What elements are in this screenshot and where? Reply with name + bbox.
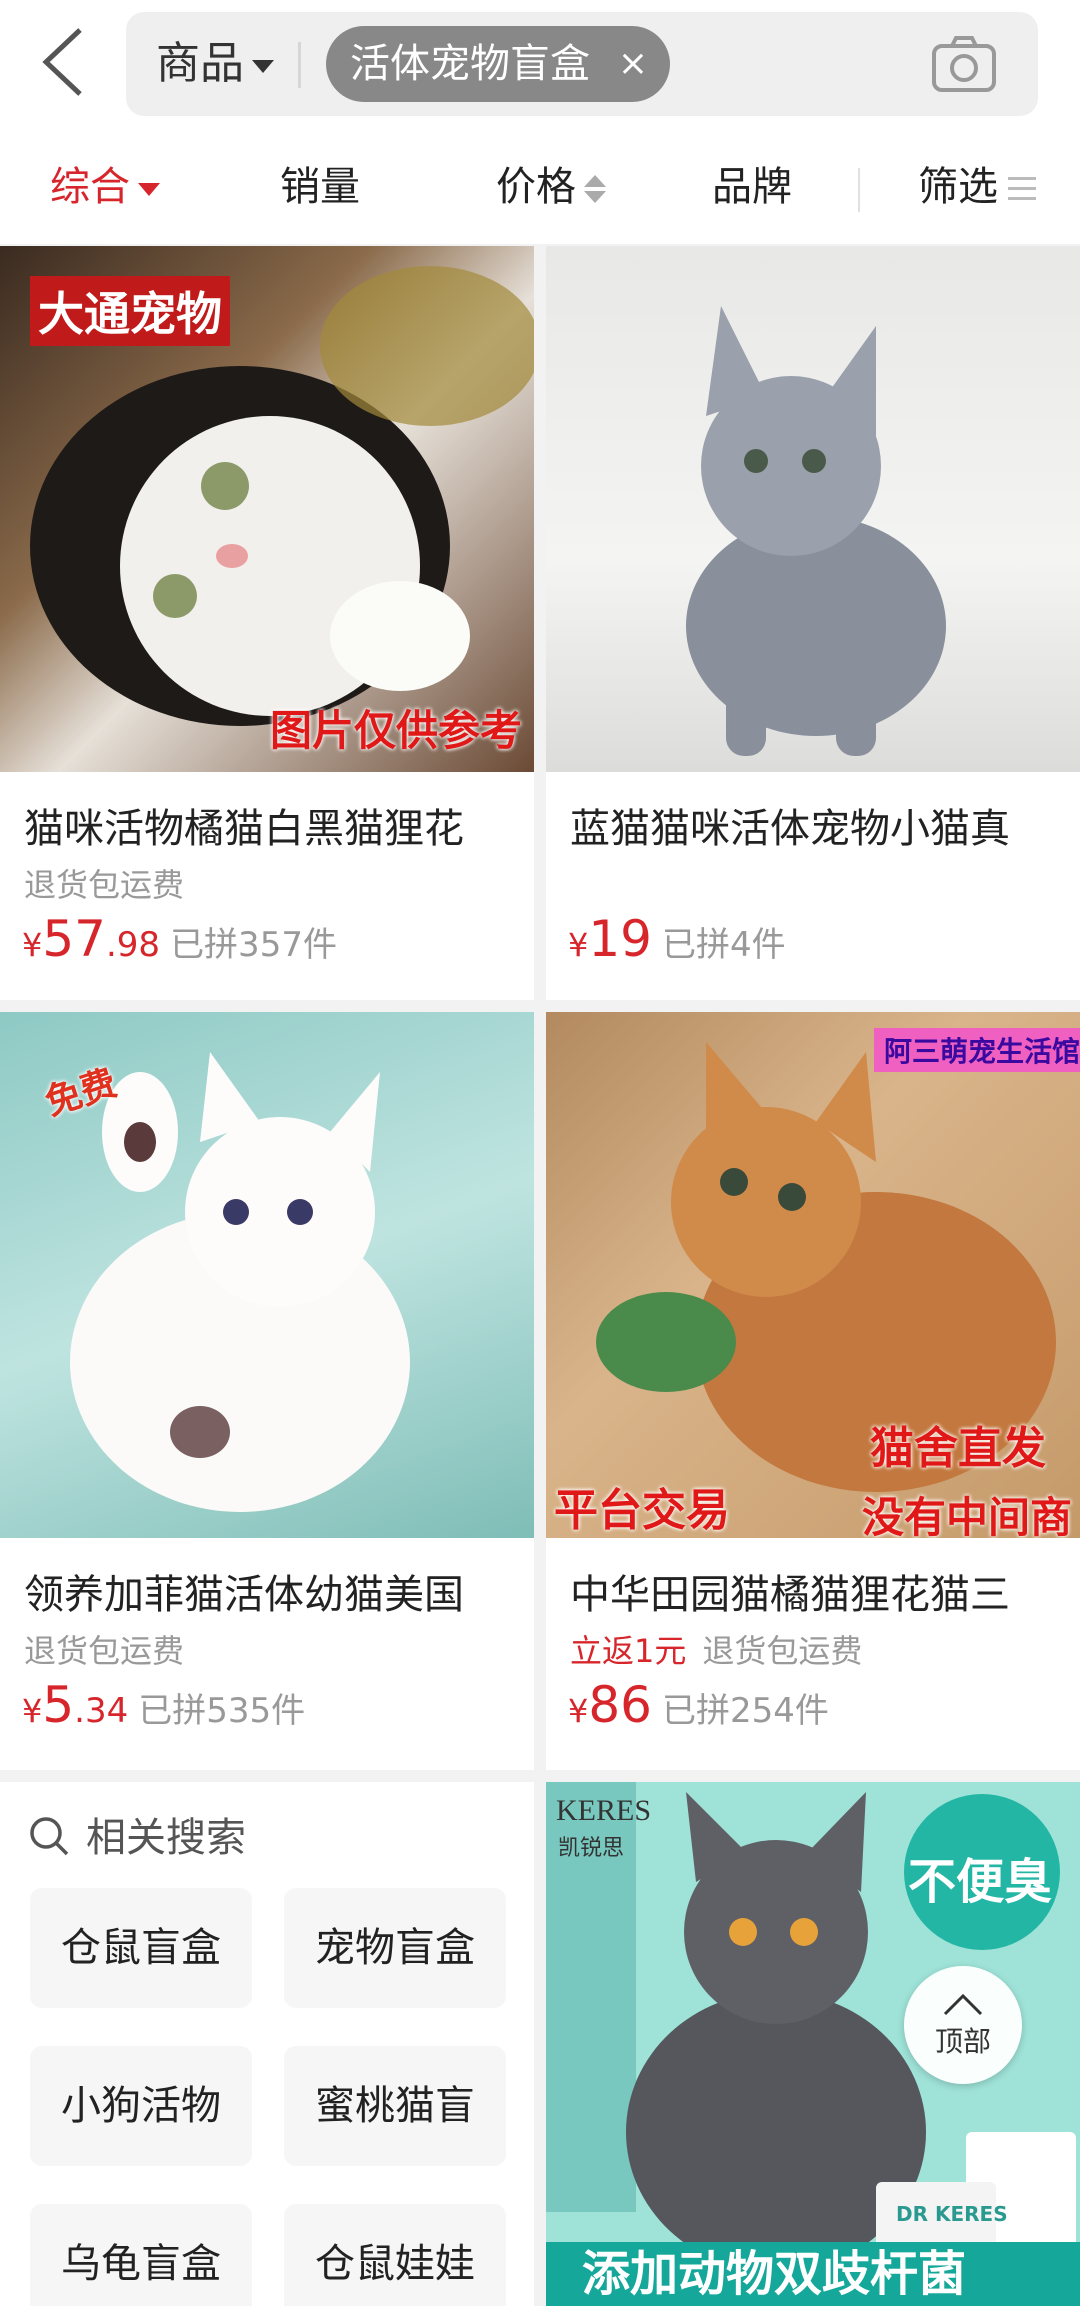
return-shipping-tag: 退货包运费	[24, 866, 185, 904]
sort-price-label: 价格	[496, 164, 576, 210]
currency-symbol: ¥	[22, 1692, 43, 1730]
sold-count: 已拼4件	[661, 925, 786, 965]
product-card[interactable]: 免费 领养加菲猫活体幼猫美国 退货包运费 ¥5.34 已拼535件	[0, 1012, 534, 1770]
search-bar[interactable]: 商品 活体宠物盲盒 ×	[126, 12, 1038, 116]
sort-brand[interactable]: 品牌	[712, 162, 792, 212]
sort-sales[interactable]: 销量	[280, 162, 360, 212]
back-arrow-icon[interactable]	[38, 24, 88, 100]
promo-watermark: 平台交易	[554, 1485, 730, 1536]
close-icon[interactable]: ×	[618, 26, 648, 102]
related-searches-title: 相关搜索	[86, 1815, 246, 1861]
product-tags: 退货包运费	[24, 1626, 184, 1672]
back-to-top-label: 顶部	[934, 2025, 991, 2058]
ad-package-text: DR KERES	[896, 2202, 1008, 2226]
query-chip[interactable]: 活体宠物盲盒 ×	[326, 26, 670, 102]
sort-comprehensive-label: 综合	[50, 164, 130, 210]
price-decimal: .98	[105, 925, 161, 965]
camera-icon[interactable]	[928, 28, 1000, 100]
filter-button[interactable]: 筛选	[918, 162, 1036, 212]
product-tags: 退货包运费	[24, 860, 184, 906]
sold-count: 已拼254件	[661, 1691, 829, 1731]
cashback-tag: 立返1元	[570, 1632, 687, 1670]
chevron-up-icon	[943, 1993, 983, 2016]
related-tag[interactable]: 仓鼠娃娃	[284, 2204, 506, 2306]
divider	[298, 42, 301, 88]
price-decimal: .34	[74, 1691, 129, 1731]
currency-symbol: ¥	[568, 1692, 589, 1730]
product-price: ¥57.98 已拼357件	[22, 910, 337, 968]
return-shipping-tag: 退货包运费	[24, 1632, 185, 1670]
return-shipping-tag: 退货包运费	[702, 1632, 863, 1670]
product-price: ¥19 已拼4件	[568, 910, 786, 968]
sort-price[interactable]: 价格	[496, 162, 606, 212]
filter-label: 筛选	[918, 164, 998, 210]
related-tag[interactable]: 乌龟盲盒	[30, 2204, 252, 2306]
search-scope-dropdown[interactable]: 商品	[156, 38, 274, 90]
product-card[interactable]: 蓝猫猫咪活体宠物小猫真 ¥19 已拼4件	[546, 246, 1080, 1000]
price-integer: 86	[588, 1676, 652, 1734]
product-title: 中华田园猫橘猫狸花猫三	[570, 1572, 1010, 1618]
store-watermark: 阿三萌宠生活馆	[873, 1028, 1080, 1072]
search-scope-label: 商品	[156, 38, 244, 89]
product-image: 大通宠物 图片仅供参考	[0, 246, 534, 772]
promo-watermark: 没有中间商	[861, 1493, 1072, 1542]
image-disclaimer: 图片仅供参考	[269, 706, 522, 755]
related-tag[interactable]: 蜜桃猫盲	[284, 2046, 506, 2166]
product-title: 猫咪活物橘猫白黑猫狸花	[24, 806, 464, 852]
product-tags: 立返1元 退货包运费	[570, 1626, 862, 1672]
ad-brand-cn: 凯锐思	[558, 1836, 625, 1861]
ad-brand-en: KERES	[556, 1794, 652, 1827]
back-to-top-button[interactable]: 顶部	[904, 1966, 1022, 2084]
sold-count: 已拼357件	[170, 925, 337, 965]
price-integer: 57	[42, 910, 106, 968]
product-image	[546, 246, 1080, 772]
product-image: 阿三萌宠生活馆 猫舍直发 平台交易 没有中间商	[546, 1012, 1080, 1542]
caret-down-icon	[138, 182, 160, 196]
sort-bar: 综合 销量 价格 品牌 筛选	[0, 130, 1080, 244]
query-chip-label: 活体宠物盲盒	[350, 41, 590, 87]
currency-symbol: ¥	[568, 926, 589, 964]
ad-badge: 不便臭	[908, 1854, 1053, 1910]
price-integer: 5	[42, 1676, 75, 1734]
product-title: 蓝猫猫咪活体宠物小猫真	[570, 806, 1010, 852]
related-tag[interactable]: 仓鼠盲盒	[30, 1888, 252, 2008]
cat-illustration	[686, 306, 946, 756]
product-image: 免费	[0, 1012, 534, 1538]
filter-lines-icon	[1008, 177, 1036, 201]
ad-banner: 添加动物双歧杆菌	[546, 2242, 1080, 2306]
sort-brand-label: 品牌	[712, 164, 792, 210]
sort-sales-label: 销量	[280, 164, 360, 210]
sort-comprehensive[interactable]: 综合	[50, 162, 160, 212]
related-searches: 相关搜索 仓鼠盲盒 宠物盲盒 小狗活物 蜜桃猫盲 乌龟盲盒 仓鼠娃娃	[0, 1782, 534, 2306]
product-card[interactable]: 大通宠物 图片仅供参考 猫咪活物橘猫白黑猫狸花 退货包运费 ¥57.98 已拼35…	[0, 246, 534, 1000]
top-bar: 商品 活体宠物盲盒 ×	[0, 0, 1080, 130]
product-title: 领养加菲猫活体幼猫美国	[24, 1572, 464, 1618]
product-price: ¥5.34 已拼535件	[22, 1676, 305, 1734]
product-price: ¥86 已拼254件	[568, 1676, 829, 1734]
search-icon	[30, 1817, 69, 1856]
ad-banner-text: 添加动物双歧杆菌	[582, 2246, 967, 2302]
sort-updown-icon	[584, 172, 606, 206]
caret-down-icon	[252, 59, 274, 73]
sold-count: 已拼535件	[138, 1691, 306, 1731]
divider	[858, 168, 860, 212]
price-integer: 19	[588, 910, 652, 968]
store-watermark: 大通宠物	[30, 276, 230, 346]
promo-watermark: 猫舍直发	[870, 1423, 1046, 1474]
product-card[interactable]: 阿三萌宠生活馆 猫舍直发 平台交易 没有中间商 中华田园猫橘猫狸花猫三 立返1元…	[546, 1012, 1080, 1770]
related-tag[interactable]: 宠物盲盒	[284, 1888, 506, 2008]
related-tag[interactable]: 小狗活物	[30, 2046, 252, 2166]
related-searches-heading: 相关搜索	[28, 1812, 246, 1864]
currency-symbol: ¥	[22, 926, 43, 964]
